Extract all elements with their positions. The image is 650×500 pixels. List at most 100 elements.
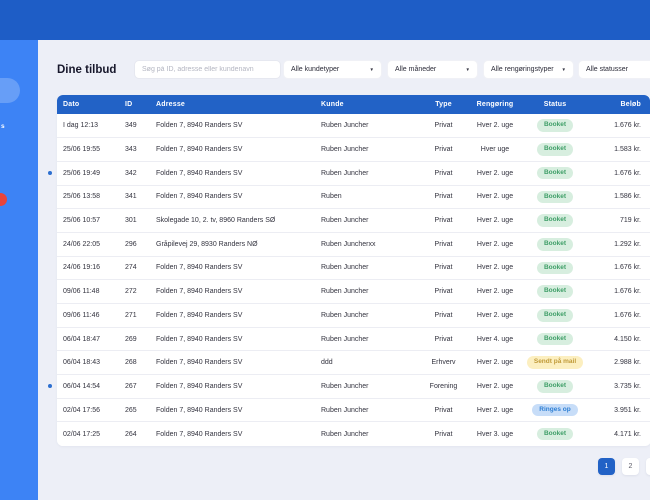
table-row[interactable]: 09/06 11:48272Folden 7, 8940 Randers SVR… (57, 280, 650, 304)
filter-statusser[interactable]: Alle statusser ▼ (578, 60, 650, 79)
column-header-adresse[interactable]: Adresse (150, 95, 315, 114)
cell-adresse: Folden 7, 8940 Randers SV (150, 422, 315, 446)
chevron-down-icon: ▼ (466, 67, 470, 72)
status-badge: Booket (537, 428, 573, 441)
table-row[interactable]: 02/04 17:25264Folden 7, 8940 Randers SVR… (57, 422, 650, 446)
cell-type: Privat (417, 327, 470, 351)
filter-kundetyper[interactable]: Alle kundetyper ▼ (283, 60, 382, 79)
cell-belob: 1.586 kr. (590, 185, 650, 209)
cell-adresse: Folden 7, 8940 Randers SV (150, 161, 315, 185)
cell-kunde: ddd (315, 351, 417, 375)
cell-type: Privat (417, 138, 470, 162)
cell-kunde: Ruben Juncher (315, 114, 417, 138)
cell-id: 301 (119, 209, 150, 233)
page-button-overflow[interactable] (646, 458, 650, 475)
cell-rengoring: Hver 2. uge (470, 161, 520, 185)
cell-dato: 09/06 11:46 (57, 304, 119, 328)
chevron-down-icon: ▼ (562, 67, 566, 72)
status-badge: Booket (537, 119, 573, 132)
table-row[interactable]: 25/06 19:49342Folden 7, 8940 Randers SVR… (57, 161, 650, 185)
table-row[interactable]: 24/06 22:05296Gråpilevej 29, 8930 Rander… (57, 232, 650, 256)
table-row[interactable]: 02/04 17:56265Folden 7, 8940 Randers SVR… (57, 398, 650, 422)
table-row[interactable]: 25/06 10:57301Skolegade 10, 2. tv, 8960 … (57, 209, 650, 233)
cell-adresse: Folden 7, 8940 Randers SV (150, 398, 315, 422)
status-badge: Booket (537, 214, 573, 227)
table-row[interactable]: 06/04 14:54267Folden 7, 8940 Randers SVR… (57, 375, 650, 399)
cell-kunde: Ruben Juncher (315, 138, 417, 162)
table-row[interactable]: 06/04 18:43268Folden 7, 8940 Randers SVd… (57, 351, 650, 375)
column-header-status[interactable]: Status (520, 95, 590, 114)
status-badge: Sendt på mail (527, 356, 583, 369)
page-title: Dine tilbud (57, 64, 116, 76)
cell-belob: 1.676 kr. (590, 114, 650, 138)
cell-adresse: Folden 7, 8940 Randers SV (150, 138, 315, 162)
status-badge: Booket (537, 285, 573, 298)
cell-belob: 4.171 kr. (590, 422, 650, 446)
cell-adresse: Gråpilevej 29, 8930 Randers NØ (150, 232, 315, 256)
unread-dot-icon (48, 384, 52, 388)
cell-id: 349 (119, 114, 150, 138)
cell-belob: 2.988 kr. (590, 351, 650, 375)
chevron-down-icon: ▼ (370, 67, 374, 72)
cell-status: Ringes op (520, 398, 590, 422)
status-badge: Booket (537, 167, 573, 180)
column-header-kunde[interactable]: Kunde (315, 95, 417, 114)
filter-rengoeringstyper[interactable]: Alle rengøringstyper ▼ (483, 60, 574, 79)
filter-maaneder[interactable]: Alle måneder ▼ (387, 60, 478, 79)
cell-type: Privat (417, 209, 470, 233)
cell-kunde: Ruben (315, 185, 417, 209)
status-badge: Booket (537, 380, 573, 393)
cell-kunde: Ruben Juncher (315, 256, 417, 280)
cell-id: 272 (119, 280, 150, 304)
cell-dato: 06/04 18:43 (57, 351, 119, 375)
cell-type: Erhverv (417, 351, 470, 375)
page-button-1[interactable]: 1 (598, 458, 615, 475)
sidebar-active-item[interactable] (0, 78, 20, 103)
cell-status: Sendt på mail (520, 351, 590, 375)
column-header-type[interactable]: Type (417, 95, 470, 114)
cell-id: 342 (119, 161, 150, 185)
notification-badge (0, 193, 7, 206)
sidebar-item-label: s (1, 123, 5, 130)
cell-type: Forening (417, 375, 470, 399)
cell-dato: 02/04 17:25 (57, 422, 119, 446)
cell-rengoring: Hver 4. uge (470, 327, 520, 351)
cell-belob: 4.150 kr. (590, 327, 650, 351)
status-badge: Booket (537, 191, 573, 204)
table-row[interactable]: 06/04 18:47269Folden 7, 8940 Randers SVR… (57, 327, 650, 351)
filter-maaneder-label: Alle måneder (395, 66, 436, 73)
status-badge: Booket (537, 309, 573, 322)
cell-belob: 1.676 kr. (590, 161, 650, 185)
page-button-2[interactable]: 2 (622, 458, 639, 475)
cell-kunde: Ruben Juncher (315, 398, 417, 422)
cell-status: Booket (520, 114, 590, 138)
cell-type: Privat (417, 398, 470, 422)
cell-id: 341 (119, 185, 150, 209)
table-row[interactable]: I dag 12:13349Folden 7, 8940 Randers SVR… (57, 114, 650, 138)
cell-dato: 24/06 19:16 (57, 256, 119, 280)
cell-kunde: Ruben Juncher (315, 375, 417, 399)
column-header-rengøring[interactable]: Rengøring (470, 95, 520, 114)
table-row[interactable]: 09/06 11:46271Folden 7, 8940 Randers SVR… (57, 304, 650, 328)
table-row[interactable]: 25/06 19:55343Folden 7, 8940 Randers SVR… (57, 138, 650, 162)
cell-status: Booket (520, 161, 590, 185)
cell-belob: 1.676 kr. (590, 280, 650, 304)
status-badge: Ringes op (532, 404, 577, 417)
cell-status: Booket (520, 280, 590, 304)
cell-belob: 3.951 kr. (590, 398, 650, 422)
cell-type: Privat (417, 304, 470, 328)
cell-kunde: Ruben Juncherxx (315, 232, 417, 256)
column-header-dato[interactable]: Dato (57, 95, 119, 114)
cell-status: Booket (520, 138, 590, 162)
table-row[interactable]: 25/06 13:58341Folden 7, 8940 Randers SVR… (57, 185, 650, 209)
column-header-id[interactable]: ID (119, 95, 150, 114)
cell-status: Booket (520, 422, 590, 446)
cell-id: 343 (119, 138, 150, 162)
table-row[interactable]: 24/06 19:16274Folden 7, 8940 Randers SVR… (57, 256, 650, 280)
cell-status: Booket (520, 209, 590, 233)
cell-belob: 1.583 kr. (590, 138, 650, 162)
column-header-beløb[interactable]: Beløb (590, 95, 650, 114)
cell-adresse: Folden 7, 8940 Randers SV (150, 351, 315, 375)
cell-rengoring: Hver 2. uge (470, 209, 520, 233)
search-input[interactable] (134, 60, 281, 79)
